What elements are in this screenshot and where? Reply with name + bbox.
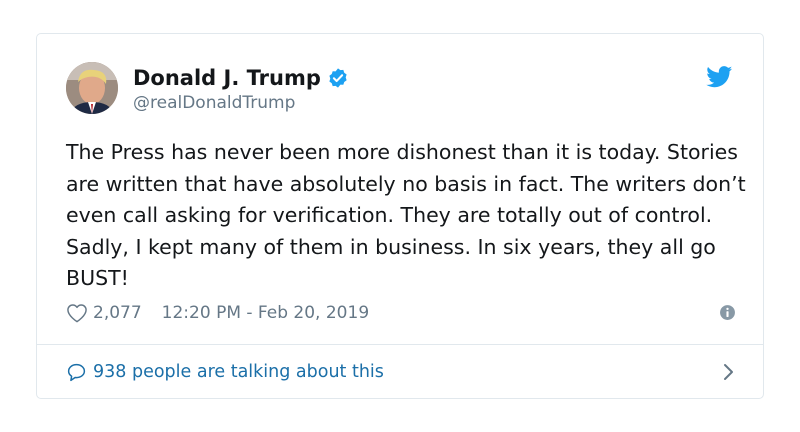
embedded-tweet-card: Donald J. Trump @realDonaldTrump The Pre… bbox=[36, 33, 764, 399]
author-handle[interactable]: @realDonaldTrump bbox=[133, 93, 349, 113]
twitter-bird-icon[interactable] bbox=[706, 66, 733, 88]
author-avatar[interactable] bbox=[66, 62, 118, 114]
tweet-timestamp[interactable]: 12:20 PM - Feb 20, 2019 bbox=[162, 303, 369, 323]
info-icon[interactable] bbox=[719, 304, 736, 321]
tweet-meta: 2,077 12:20 PM - Feb 20, 2019 bbox=[66, 301, 736, 325]
author-block: Donald J. Trump @realDonaldTrump bbox=[133, 64, 349, 113]
author-name[interactable]: Donald J. Trump bbox=[133, 66, 321, 90]
divider bbox=[37, 344, 763, 345]
conversation-label: 938 people are talking about this bbox=[93, 362, 384, 382]
conversation-link[interactable]: 938 people are talking about this bbox=[66, 356, 736, 388]
verified-badge-icon bbox=[327, 67, 349, 89]
tweet-text: The Press has never been more dishonest … bbox=[66, 140, 746, 290]
chevron-right-icon bbox=[722, 362, 736, 382]
like-count[interactable]: 2,077 bbox=[93, 303, 142, 323]
heart-icon[interactable] bbox=[66, 303, 88, 323]
speech-bubble-icon bbox=[66, 362, 87, 383]
